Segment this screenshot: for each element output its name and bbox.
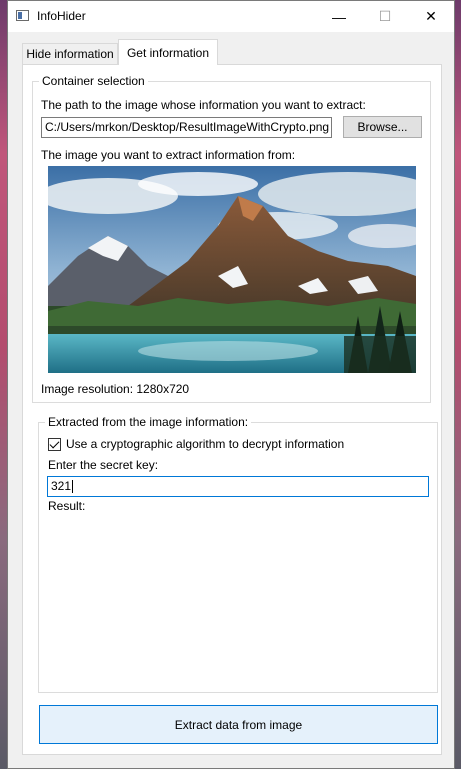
- result-output: [48, 517, 428, 667]
- image-path-input[interactable]: C:/Users/mrkon/Desktop/ResultImageWithCr…: [41, 117, 332, 138]
- crypto-checkbox[interactable]: [48, 438, 61, 451]
- crypto-checkbox-label[interactable]: Use a cryptographic algorithm to decrypt…: [66, 437, 344, 451]
- close-button[interactable]: ✕: [408, 1, 454, 32]
- secret-key-label: Enter the secret key:: [48, 458, 159, 472]
- mountain-landscape-image: [48, 166, 416, 373]
- minimize-button[interactable]: —: [316, 1, 362, 32]
- extracted-info-group: Extracted from the image information: Us…: [38, 415, 438, 693]
- tab-hide-information[interactable]: Hide information: [22, 43, 118, 64]
- get-information-panel: Container selection The path to the imag…: [22, 64, 442, 755]
- maximize-button[interactable]: ☐: [362, 1, 408, 32]
- extract-data-button[interactable]: Extract data from image: [39, 705, 438, 744]
- container-selection-group: Container selection The path to the imag…: [32, 74, 431, 403]
- app-window: InfoHider — ☐ ✕ Hide information Get inf…: [7, 0, 455, 769]
- title-bar[interactable]: InfoHider — ☐ ✕: [8, 1, 454, 32]
- secret-key-input[interactable]: 321: [47, 476, 429, 497]
- secret-key-value: 321: [51, 479, 72, 493]
- image-preview: [48, 166, 416, 373]
- path-label: The path to the image whose information …: [41, 98, 366, 112]
- tab-get-information[interactable]: Get information: [118, 39, 218, 65]
- extracted-info-title: Extracted from the image information:: [45, 415, 252, 429]
- container-selection-title: Container selection: [39, 74, 148, 88]
- text-caret: [72, 480, 74, 494]
- image-resolution: Image resolution: 1280x720: [41, 382, 190, 396]
- app-icon: [16, 10, 29, 21]
- image-label: The image you want to extract informatio…: [41, 148, 296, 162]
- result-label: Result:: [48, 499, 86, 513]
- browse-button[interactable]: Browse...: [343, 116, 422, 138]
- window-title: InfoHider: [37, 9, 86, 23]
